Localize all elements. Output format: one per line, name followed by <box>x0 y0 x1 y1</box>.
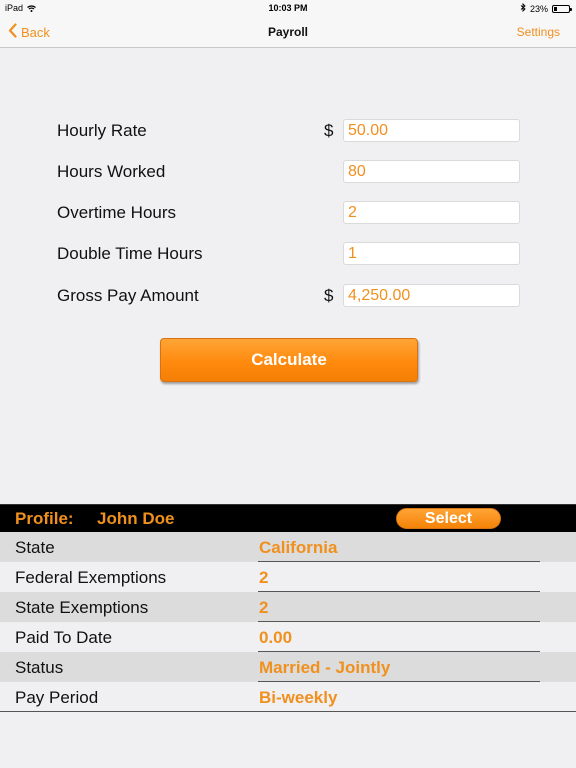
page-title: Payroll <box>267 25 309 39</box>
info-value: Married - Jointly <box>259 658 391 677</box>
calculate-button[interactable]: Calculate <box>160 338 418 382</box>
status-time: 10:03 PM <box>268 3 308 13</box>
info-value: California <box>259 538 338 557</box>
settings-button[interactable]: Settings <box>517 25 560 39</box>
gross-pay-input[interactable] <box>343 284 520 307</box>
info-value: 2 <box>259 598 269 617</box>
info-label: Paid To Date <box>15 628 113 647</box>
info-value: 0.00 <box>259 628 293 647</box>
info-label: State Exemptions <box>15 598 149 617</box>
info-label: Federal Exemptions <box>15 568 167 587</box>
info-row-status[interactable]: Status Married - Jointly <box>0 652 576 682</box>
nav-bar: Back Payroll Settings <box>0 16 576 48</box>
double-time-hours-input[interactable] <box>343 242 520 265</box>
info-label: Status <box>15 658 64 677</box>
info-value: 2 <box>259 568 269 587</box>
double-time-hours-row: Double Time Hours <box>57 242 520 266</box>
bottom-divider <box>0 711 576 712</box>
info-row-state-exemptions[interactable]: State Exemptions 2 <box>0 592 576 622</box>
bluetooth-icon <box>520 2 526 14</box>
overtime-hours-input[interactable] <box>343 201 520 224</box>
gross-pay-label: Gross Pay Amount <box>57 286 199 305</box>
hourly-rate-input[interactable] <box>343 119 520 142</box>
status-bar: iPad 10:03 PM 23% <box>0 0 576 16</box>
gross-pay-currency: $ <box>324 286 334 305</box>
overtime-hours-label: Overtime Hours <box>57 203 177 222</box>
overtime-hours-row: Overtime Hours <box>57 201 520 225</box>
double-time-hours-label: Double Time Hours <box>57 244 203 263</box>
info-row-paid-to-date[interactable]: Paid To Date 0.00 <box>0 622 576 652</box>
info-value: Bi-weekly <box>259 688 338 707</box>
select-profile-button[interactable]: Select <box>396 508 501 529</box>
battery-percent: 23% <box>529 3 548 14</box>
info-label: Pay Period <box>15 688 99 707</box>
info-row-federal-exemptions[interactable]: Federal Exemptions 2 <box>0 562 576 592</box>
battery-fill <box>554 6 557 11</box>
info-row-pay-period[interactable]: Pay Period Bi-weekly <box>0 682 576 712</box>
info-label: State <box>15 538 55 557</box>
gross-pay-row: Gross Pay Amount $ <box>57 284 520 308</box>
profile-name: John Doe <box>97 509 175 528</box>
hourly-rate-label: Hourly Rate <box>57 121 147 140</box>
info-row-state[interactable]: State California <box>0 532 576 562</box>
status-right: 23% <box>520 2 572 14</box>
hours-worked-row: Hours Worked <box>57 160 520 184</box>
profile-bar: Profile: John Doe Select <box>0 504 576 532</box>
hourly-rate-currency: $ <box>324 121 334 140</box>
profile-label: Profile: <box>15 509 74 528</box>
hourly-rate-row: Hourly Rate $ <box>57 119 520 143</box>
hours-worked-input[interactable] <box>343 160 520 183</box>
hours-worked-label: Hours Worked <box>57 162 166 181</box>
battery-icon <box>552 4 572 13</box>
